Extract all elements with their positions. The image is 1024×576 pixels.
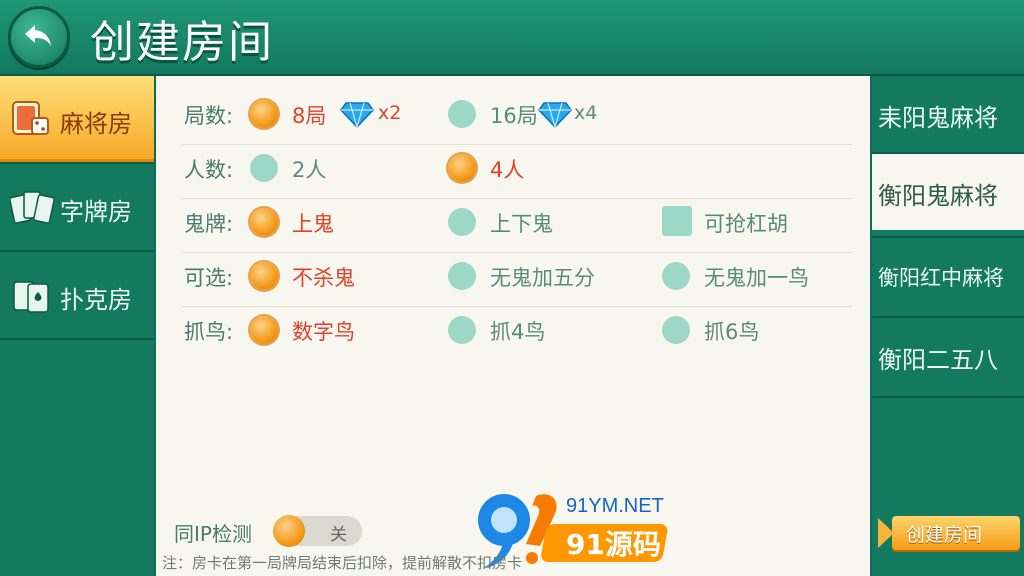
back-button[interactable] bbox=[8, 6, 70, 68]
option-zhua-6-niao[interactable]: 抓6鸟 bbox=[662, 316, 812, 346]
radio-unselected[interactable] bbox=[662, 262, 690, 290]
checkbox-unchecked[interactable] bbox=[662, 206, 692, 236]
zipai-cards-icon bbox=[10, 191, 55, 224]
category-label: 字牌房 bbox=[60, 198, 132, 226]
option-label: 4人 bbox=[490, 158, 525, 182]
option-label: 16局 bbox=[490, 104, 538, 128]
option-label: 无鬼加一鸟 bbox=[704, 266, 809, 290]
game-variant-panel: 耒阳鬼麻将 衡阳鬼麻将 衡阳红中麻将 衡阳二五八 bbox=[872, 76, 1024, 576]
variant-tab-hengyang-gui[interactable]: 衡阳鬼麻将 bbox=[872, 154, 1024, 230]
variant-label: 衡阳二五八 bbox=[878, 346, 998, 374]
category-tab-zipai[interactable]: 字牌房 bbox=[0, 164, 154, 250]
watermark-bottom-text: 91源码 bbox=[566, 528, 661, 561]
radio-unselected[interactable] bbox=[250, 154, 278, 182]
variant-tab-leiyang-gui[interactable]: 耒阳鬼麻将 bbox=[872, 76, 1024, 152]
settings-row-players: 人数: 2人 4人 bbox=[156, 142, 856, 196]
option-zhua-4-niao[interactable]: 抓4鸟 bbox=[448, 316, 598, 346]
option-2-players[interactable]: 2人 bbox=[250, 154, 390, 184]
radio-selected[interactable] bbox=[250, 316, 278, 344]
row-label: 人数: bbox=[184, 158, 234, 182]
variant-tab-hengyang-258[interactable]: 衡阳二五八 bbox=[872, 318, 1024, 394]
ip-check-toggle[interactable]: 关 bbox=[273, 515, 362, 547]
left-category-panel: 麻将房 字牌房 扑克房 bbox=[0, 76, 154, 576]
cost-multiplier: x2 bbox=[378, 102, 402, 124]
toggle-state-label: 关 bbox=[330, 525, 347, 545]
radio-selected[interactable] bbox=[250, 100, 278, 128]
watermark-top-text: 91YM.NET bbox=[566, 495, 664, 517]
row-label: 可选: bbox=[184, 266, 234, 290]
option-8-rounds[interactable]: 8局 x2 bbox=[250, 100, 410, 130]
option-label: 无鬼加五分 bbox=[490, 266, 595, 290]
create-room-button[interactable]: 创建房间 bbox=[876, 514, 1022, 552]
option-label: 不杀鬼 bbox=[292, 266, 355, 290]
variant-label: 衡阳鬼麻将 bbox=[878, 182, 998, 210]
option-label: 8局 bbox=[292, 104, 327, 128]
settings-row-rounds: 局数: 8局 x2 16局 x4 bbox=[156, 88, 856, 142]
option-label: 数字鸟 bbox=[292, 320, 355, 344]
radio-selected[interactable] bbox=[250, 208, 278, 236]
category-label: 扑克房 bbox=[60, 286, 132, 314]
header-bar: 创建房间 bbox=[0, 0, 1024, 76]
create-room-label: 创建房间 bbox=[906, 524, 983, 546]
radio-unselected[interactable] bbox=[448, 262, 476, 290]
option-label: 可抢杠胡 bbox=[704, 212, 788, 236]
room-settings-panel: 局数: 8局 x2 16局 x4 人数: 2人 4人 鬼牌: 上鬼 上下鬼 可抢… bbox=[156, 76, 870, 576]
option-label: 上鬼 bbox=[292, 212, 334, 236]
option-bu-sha-gui[interactable]: 不杀鬼 bbox=[250, 262, 400, 292]
option-16-rounds[interactable]: 16局 x4 bbox=[448, 100, 608, 130]
row-label: 抓鸟: bbox=[184, 320, 234, 344]
mahjong-tile-icon bbox=[12, 101, 49, 135]
ip-check-label: 同IP检测 bbox=[174, 522, 252, 546]
option-wu-gui-jia-wu-fen[interactable]: 无鬼加五分 bbox=[448, 262, 628, 292]
option-label: 上下鬼 bbox=[490, 212, 553, 236]
option-shang-xia-gui[interactable]: 上下鬼 bbox=[448, 208, 598, 238]
option-shu-zi-niao[interactable]: 数字鸟 bbox=[250, 316, 400, 346]
option-shang-gui[interactable]: 上鬼 bbox=[250, 208, 400, 238]
category-label: 麻将房 bbox=[60, 110, 132, 138]
diamond-icon bbox=[538, 102, 572, 128]
option-label: 抓4鸟 bbox=[490, 320, 546, 344]
variant-tab-hengyang-hongzhong[interactable]: 衡阳红中麻将 bbox=[872, 238, 1024, 314]
option-label: 2人 bbox=[292, 158, 327, 182]
category-tab-mahjong[interactable]: 麻将房 bbox=[0, 76, 154, 162]
back-arrow-icon bbox=[25, 25, 51, 46]
page-title: 创建房间 bbox=[90, 17, 274, 68]
diamond-icon bbox=[340, 102, 374, 128]
option-label: 抓6鸟 bbox=[704, 320, 760, 344]
category-tab-poker[interactable]: 扑克房 bbox=[0, 252, 154, 338]
option-4-players[interactable]: 4人 bbox=[448, 154, 588, 184]
variant-label: 耒阳鬼麻将 bbox=[878, 104, 998, 132]
radio-unselected[interactable] bbox=[662, 316, 690, 344]
radio-unselected[interactable] bbox=[448, 316, 476, 344]
option-qiang-gang-hu[interactable]: 可抢杠胡 bbox=[662, 206, 822, 238]
divider bbox=[872, 396, 1024, 398]
toggle-knob[interactable] bbox=[273, 515, 305, 547]
radio-unselected[interactable] bbox=[448, 208, 476, 236]
poker-cards-icon bbox=[13, 281, 49, 313]
radio-unselected[interactable] bbox=[448, 100, 476, 128]
variant-label: 衡阳红中麻将 bbox=[878, 266, 1004, 290]
settings-row-ghost: 鬼牌: 上鬼 上下鬼 可抢杠胡 bbox=[156, 196, 856, 250]
cost-multiplier: x4 bbox=[574, 102, 598, 124]
settings-row-optional: 可选: 不杀鬼 无鬼加五分 无鬼加一鸟 bbox=[156, 250, 856, 304]
row-label: 鬼牌: bbox=[184, 212, 234, 236]
radio-selected[interactable] bbox=[448, 154, 476, 182]
divider bbox=[0, 338, 154, 340]
option-wu-gui-jia-yi-niao[interactable]: 无鬼加一鸟 bbox=[662, 262, 842, 292]
settings-row-birds: 抓鸟: 数字鸟 抓4鸟 抓6鸟 bbox=[156, 304, 856, 358]
row-label: 局数: bbox=[184, 104, 234, 128]
room-card-note: 注：房卡在第一局牌局结束后扣除，提前解散不扣房卡 bbox=[162, 554, 523, 572]
radio-selected[interactable] bbox=[250, 262, 278, 290]
